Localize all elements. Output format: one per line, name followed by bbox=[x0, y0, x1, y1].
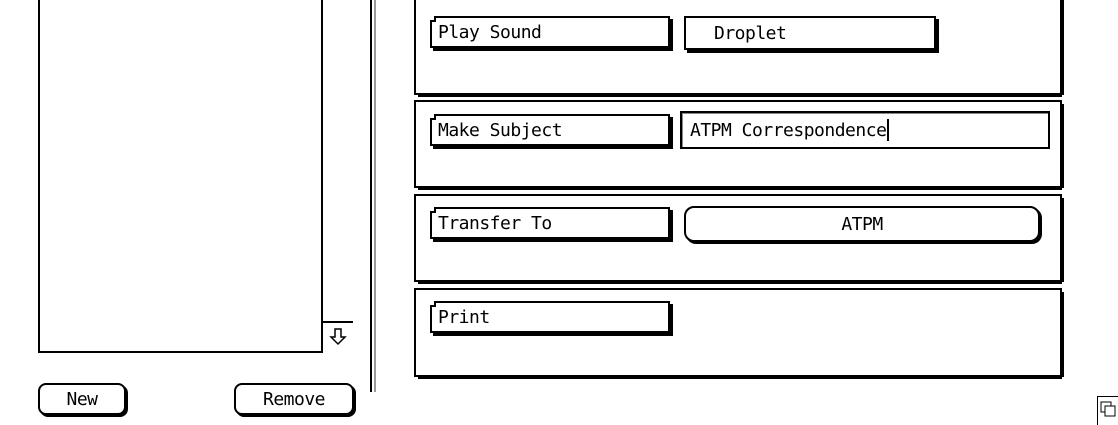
popup-notch bbox=[430, 114, 436, 120]
action-row-play-sound: Play Sound Droplet bbox=[414, 0, 1064, 97]
rules-list[interactable] bbox=[38, 0, 355, 353]
sound-value: Droplet bbox=[714, 22, 787, 44]
popup-notch bbox=[430, 301, 436, 307]
scroll-down-arrow[interactable] bbox=[323, 321, 353, 351]
action-type-popup[interactable]: Make Subject bbox=[430, 114, 670, 146]
action-type-popup[interactable]: Play Sound bbox=[430, 16, 670, 48]
mailbox-select-button[interactable]: ATPM bbox=[684, 206, 1040, 242]
action-row-transfer-to: Transfer To ATPM bbox=[414, 194, 1064, 284]
action-row-print: Print bbox=[414, 288, 1064, 379]
down-arrow-icon bbox=[329, 328, 347, 346]
action-type-label: Play Sound bbox=[438, 21, 542, 43]
remove-button[interactable]: Remove bbox=[234, 383, 354, 415]
pane-divider bbox=[370, 0, 372, 392]
row-shadow bbox=[1062, 104, 1064, 188]
subject-text-field[interactable]: ATPM Correspondence bbox=[680, 111, 1050, 149]
subject-field-value: ATPM Correspondence bbox=[690, 119, 887, 141]
pane-divider-shadow bbox=[374, 0, 376, 392]
window-resize-box[interactable] bbox=[1097, 396, 1118, 425]
action-type-popup[interactable]: Transfer To bbox=[430, 207, 670, 239]
row-shadow bbox=[418, 95, 1062, 97]
action-type-popup[interactable]: Print bbox=[430, 301, 670, 333]
action-type-label: Make Subject bbox=[438, 119, 563, 141]
mailbox-value: ATPM bbox=[841, 213, 883, 235]
popup-notch bbox=[430, 16, 436, 22]
row-shadow bbox=[418, 188, 1062, 190]
row-shadow bbox=[1062, 0, 1064, 95]
text-caret bbox=[887, 119, 890, 141]
row-shadow bbox=[1062, 198, 1064, 282]
row-shadow bbox=[418, 377, 1062, 379]
row-shadow bbox=[1062, 292, 1064, 377]
action-type-label: Transfer To bbox=[438, 212, 552, 234]
action-row-make-subject: Make Subject ATPM Correspondence bbox=[414, 100, 1064, 190]
new-button[interactable]: New bbox=[38, 383, 126, 415]
row-shadow bbox=[418, 282, 1062, 284]
action-type-label: Print bbox=[438, 306, 490, 328]
resize-grow-icon bbox=[1100, 401, 1116, 417]
popup-notch bbox=[430, 207, 436, 213]
sound-popup[interactable]: Droplet bbox=[684, 16, 936, 50]
vertical-scrollbar[interactable] bbox=[321, 0, 355, 353]
